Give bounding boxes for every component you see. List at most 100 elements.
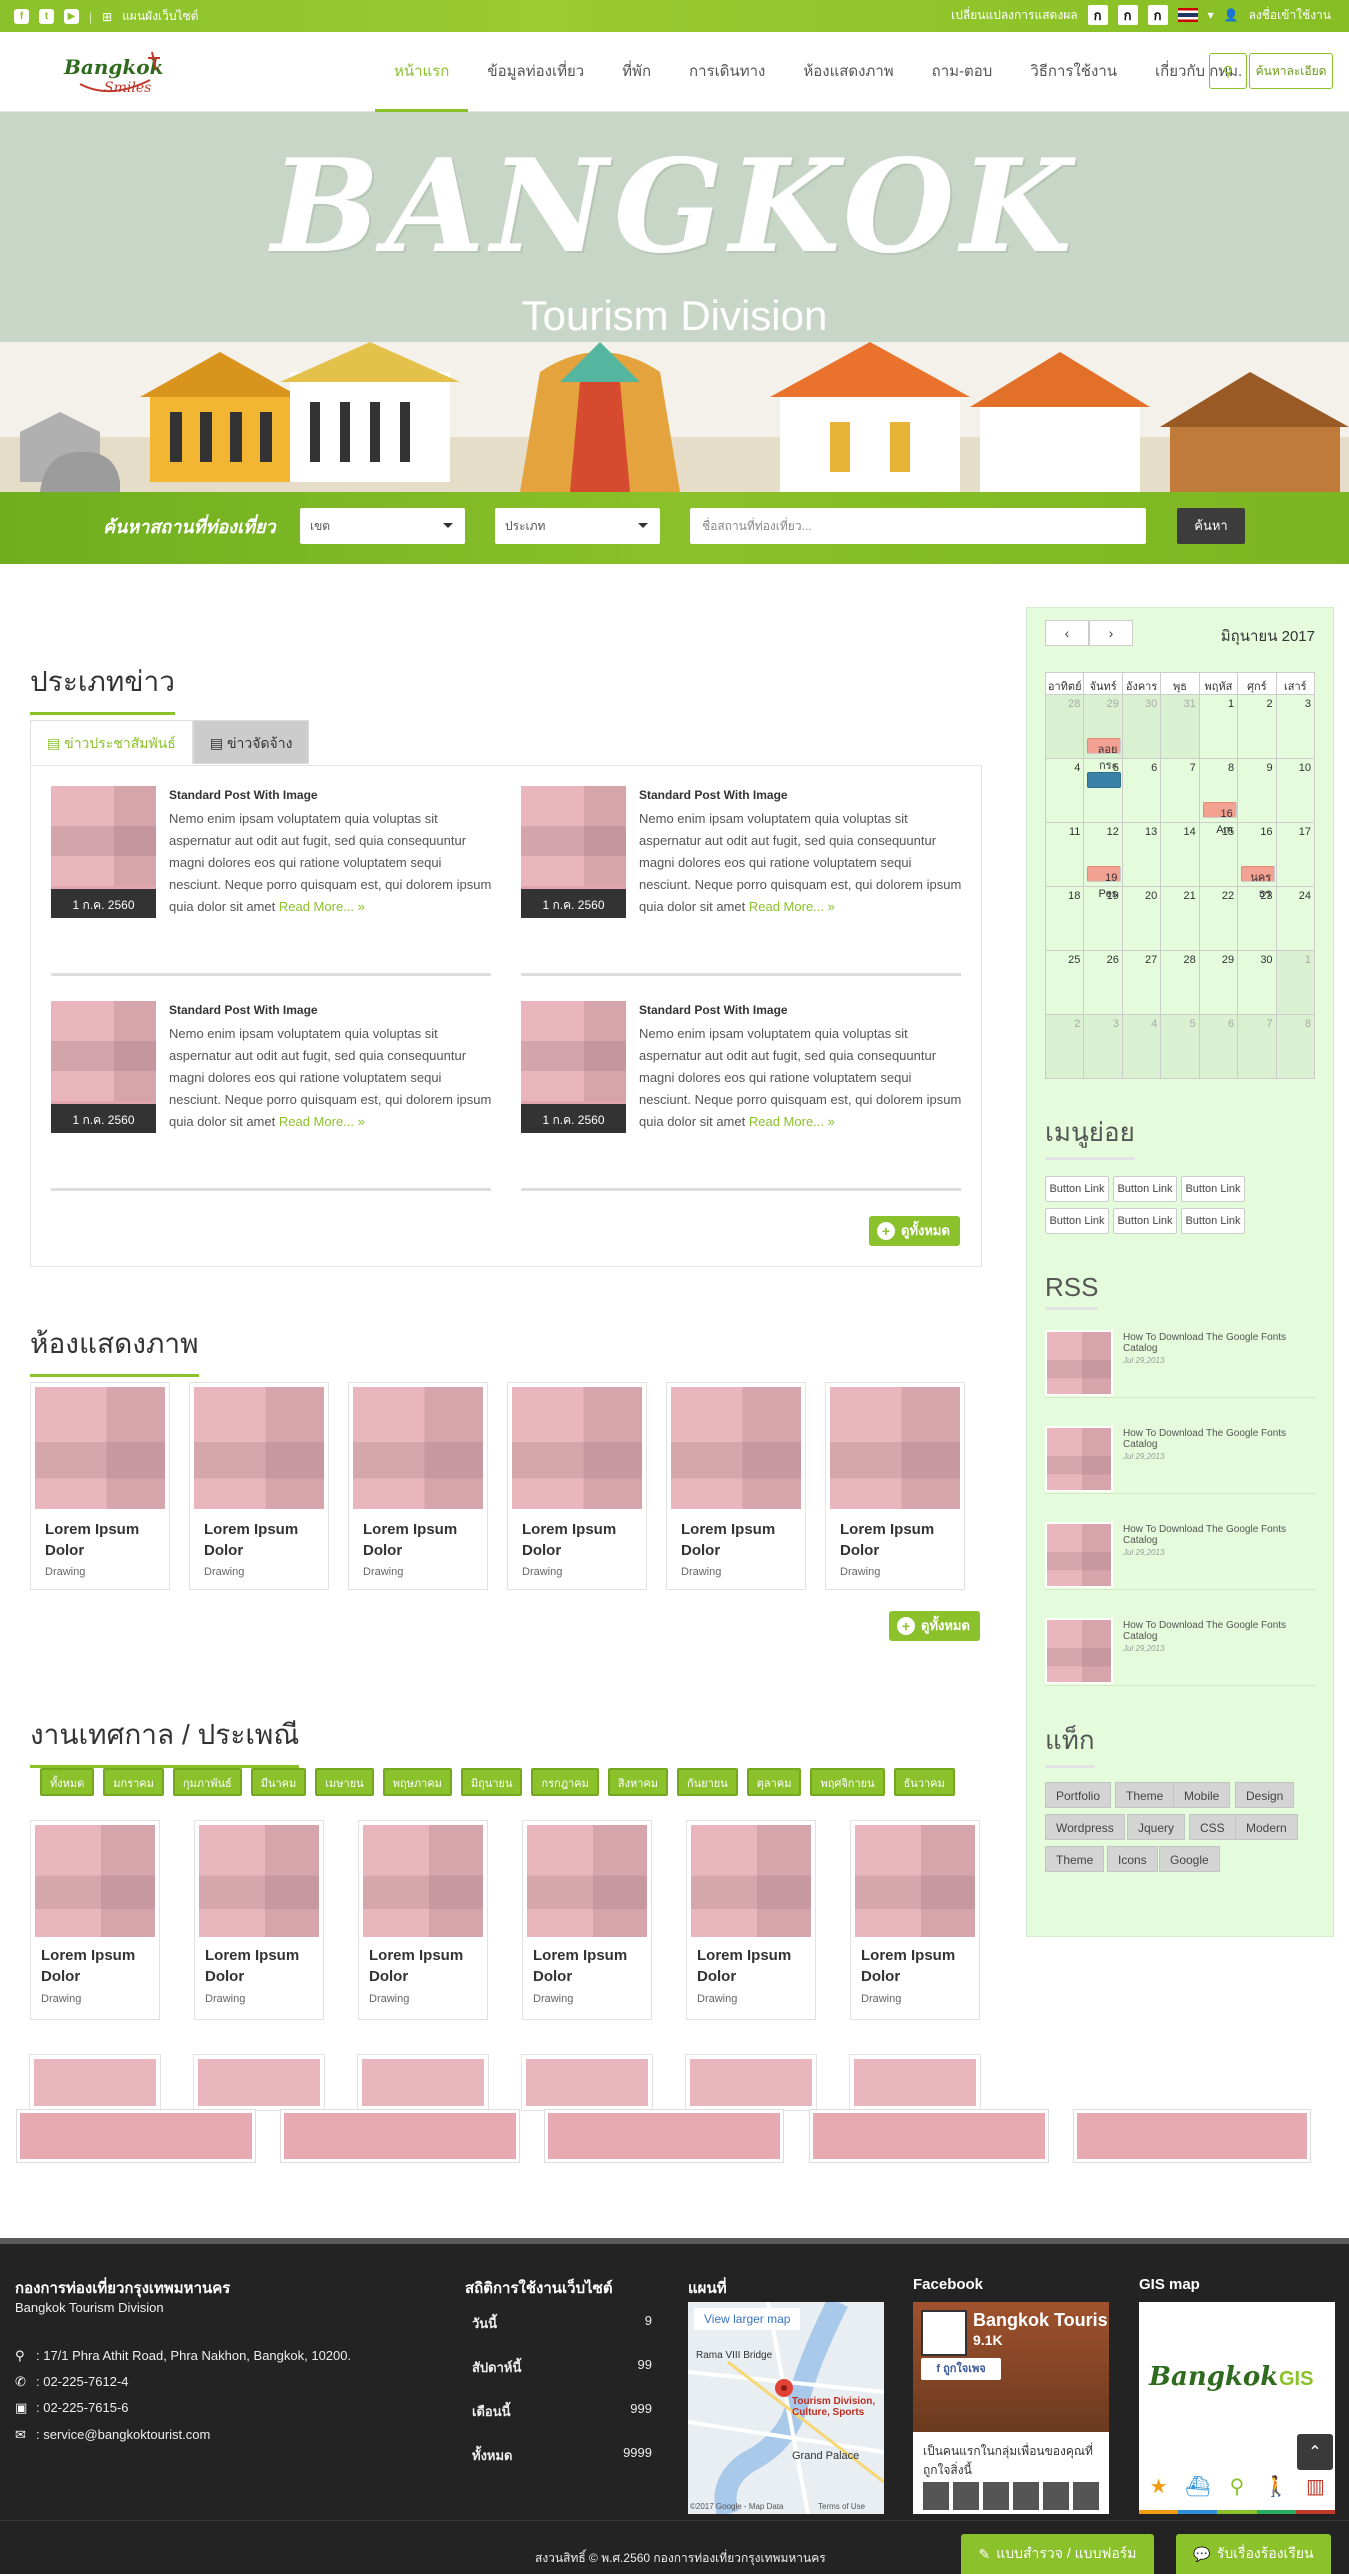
calendar-day[interactable]: 25 xyxy=(1046,951,1085,1015)
post-thumbnail[interactable]: 1 ก.ค. 2560 xyxy=(521,786,626,918)
month-chip[interactable]: สิงหาคม xyxy=(607,1768,668,1796)
view-larger-map-link[interactable]: View larger map xyxy=(694,2308,801,2330)
month-chip[interactable]: เมษายน xyxy=(315,1768,374,1796)
footer-email[interactable]: : service@bangkoktourist.com xyxy=(36,2427,210,2442)
calendar-day[interactable]: 30 xyxy=(1238,951,1277,1015)
festival-image[interactable] xyxy=(35,1825,155,1937)
font-size-small[interactable]: ก xyxy=(1087,5,1108,25)
calendar-next-button[interactable]: › xyxy=(1089,620,1133,646)
thai-flag-icon[interactable] xyxy=(1177,8,1198,22)
calendar-day[interactable]: 6 xyxy=(1199,1015,1239,1079)
rss-item[interactable]: How To Download The Google Fonts Catalog… xyxy=(1045,1606,1315,1686)
calendar-day[interactable]: 21 xyxy=(1161,887,1200,951)
calendar-day[interactable]: 26 xyxy=(1084,951,1123,1015)
tag[interactable]: Theme xyxy=(1045,1846,1105,1872)
news-post[interactable]: 1 ก.ค. 2560 Standard Post With Image Nem… xyxy=(521,786,963,982)
festival-image[interactable] xyxy=(29,2054,161,2111)
calendar-prev-button[interactable]: ‹ xyxy=(1045,620,1089,646)
youtube-icon[interactable]: ▶ xyxy=(64,9,79,24)
news-view-all-button[interactable]: + ดูทั้งหมด xyxy=(869,1216,960,1246)
calendar-day[interactable]: 11 xyxy=(1046,823,1085,887)
gallery-view-all-button[interactable]: + ดูทั้งหมด xyxy=(889,1611,980,1641)
calendar-day[interactable]: 20 xyxy=(1122,887,1162,951)
calendar-day[interactable]: 5 xyxy=(1161,1015,1200,1079)
gallery-image[interactable] xyxy=(671,1387,801,1509)
type-select[interactable]: ประเภท xyxy=(495,508,660,544)
survey-form-button[interactable]: ✎ แบบสำรวจ / แบบฟอร์ม xyxy=(961,2534,1154,2574)
festival-card[interactable]: Lorem Ipsum Dolor Drawing xyxy=(30,1820,160,2020)
calendar-day[interactable]: 27 xyxy=(1122,951,1162,1015)
calendar-day[interactable]: 30 xyxy=(1122,695,1162,759)
calendar-day[interactable]: 10 xyxy=(1276,759,1315,823)
calendar-day[interactable]: 29 xyxy=(1199,951,1239,1015)
calendar-day[interactable]: 7 xyxy=(1238,1015,1277,1079)
festival-card[interactable]: Lorem Ipsum Dolor Drawing xyxy=(194,1820,324,2020)
festival-image[interactable] xyxy=(685,2054,817,2111)
calendar-day[interactable]: 5 xyxy=(1084,759,1123,823)
rss-title-text[interactable]: How To Download The Google Fonts Catalog xyxy=(1123,1428,1315,1450)
submenu-button[interactable]: Button Link xyxy=(1113,1176,1177,1202)
scroll-to-top-button[interactable]: ⌃ xyxy=(1297,2434,1333,2470)
rss-item[interactable]: How To Download The Google Fonts Catalog… xyxy=(1045,1318,1315,1398)
festival-image[interactable] xyxy=(199,1825,319,1937)
card-title[interactable]: Lorem Ipsum Dolor xyxy=(204,1519,319,1561)
banner-slide[interactable] xyxy=(809,2109,1049,2163)
calendar-day[interactable]: 4 xyxy=(1046,759,1085,823)
rss-thumbnail[interactable] xyxy=(1045,1330,1113,1396)
tag[interactable]: Wordpress xyxy=(1045,1814,1125,1840)
submenu-button[interactable]: Button Link xyxy=(1181,1208,1245,1234)
festival-image[interactable] xyxy=(363,1825,483,1937)
month-chip[interactable]: มีนาคม xyxy=(250,1768,307,1796)
news-post[interactable]: 1 ก.ค. 2560 Standard Post With Image Nem… xyxy=(521,1001,963,1197)
read-more-link[interactable]: Read More... xyxy=(279,899,354,914)
festival-image[interactable] xyxy=(849,2054,981,2111)
calendar-day[interactable]: 28 xyxy=(1161,951,1200,1015)
gis-map-link[interactable]: Bangkok GIS ★ ⛴ ⚲ 🚶 ▥ xyxy=(1139,2302,1336,2514)
map-terms-link[interactable]: Terms of Use xyxy=(818,2502,865,2511)
calendar-day[interactable]: 8 xyxy=(1276,1015,1315,1079)
tag[interactable]: Design xyxy=(1235,1782,1295,1808)
read-more-link[interactable]: Read More... xyxy=(749,899,824,914)
card-title[interactable]: Lorem Ipsum Dolor xyxy=(45,1519,160,1561)
calendar-day[interactable]: 6 xyxy=(1122,759,1162,823)
gallery-image[interactable] xyxy=(353,1387,483,1509)
calendar-day[interactable]: 22 xyxy=(1199,887,1239,951)
calendar-day[interactable]: 14 xyxy=(1161,823,1200,887)
calendar-day[interactable]: 9 xyxy=(1238,759,1277,823)
gallery-card[interactable]: Lorem Ipsum Dolor Drawing xyxy=(348,1382,488,1590)
gallery-card[interactable]: Lorem Ipsum Dolor Drawing xyxy=(507,1382,647,1590)
facebook-page-avatar[interactable] xyxy=(921,2310,967,2356)
gallery-card[interactable]: Lorem Ipsum Dolor Drawing xyxy=(825,1382,965,1590)
tag[interactable]: Portfolio xyxy=(1045,1782,1112,1808)
gallery-card[interactable]: Lorem Ipsum Dolor Drawing xyxy=(666,1382,806,1590)
facebook-page-name[interactable]: Bangkok Touris xyxy=(973,2310,1108,2331)
nav-gallery[interactable]: ห้องแสดงภาพ xyxy=(784,32,912,112)
font-size-large[interactable]: ก xyxy=(1147,5,1168,25)
post-title[interactable]: Standard Post With Image xyxy=(639,788,788,802)
gallery-card[interactable]: Lorem Ipsum Dolor Drawing xyxy=(189,1382,329,1590)
submenu-button[interactable]: Button Link xyxy=(1113,1208,1177,1234)
district-select[interactable]: เขต xyxy=(300,508,465,544)
nav-home[interactable]: หน้าแรก xyxy=(375,32,469,112)
calendar-day[interactable]: 19 xyxy=(1084,887,1123,951)
calendar-day[interactable]: 3 xyxy=(1276,695,1315,759)
rss-item[interactable]: How To Download The Google Fonts Catalog… xyxy=(1045,1510,1315,1590)
post-title[interactable]: Standard Post With Image xyxy=(169,1003,318,1017)
news-post[interactable]: 1 ก.ค. 2560 Standard Post With Image Nem… xyxy=(51,786,493,982)
tag[interactable]: Modern xyxy=(1235,1814,1298,1840)
festival-image[interactable] xyxy=(691,1825,811,1937)
sitemap-link[interactable]: แผนผังเว็บไซต์ xyxy=(122,7,198,26)
gallery-image[interactable] xyxy=(512,1387,642,1509)
banner-slide[interactable] xyxy=(280,2109,520,2163)
festival-card[interactable]: Lorem Ipsum Dolor Drawing xyxy=(522,1820,652,2020)
calendar-day[interactable]: 17 xyxy=(1276,823,1315,887)
rss-thumbnail[interactable] xyxy=(1045,1618,1113,1684)
month-chip[interactable]: กรกฎาคม xyxy=(531,1768,599,1796)
submenu-button[interactable]: Button Link xyxy=(1045,1208,1109,1234)
calendar-day[interactable]: 13 xyxy=(1122,823,1162,887)
submenu-button[interactable]: Button Link xyxy=(1045,1176,1109,1202)
complaint-button[interactable]: 💬 รับเรื่องร้องเรียน xyxy=(1176,2534,1331,2574)
month-chip[interactable]: มิถุนายน xyxy=(460,1768,523,1796)
calendar-day[interactable]: 2 xyxy=(1046,1015,1085,1079)
facebook-widget[interactable]: Bangkok Touris 9.1K f ถูกใจเพจ เป็นคนแรก… xyxy=(913,2302,1109,2514)
